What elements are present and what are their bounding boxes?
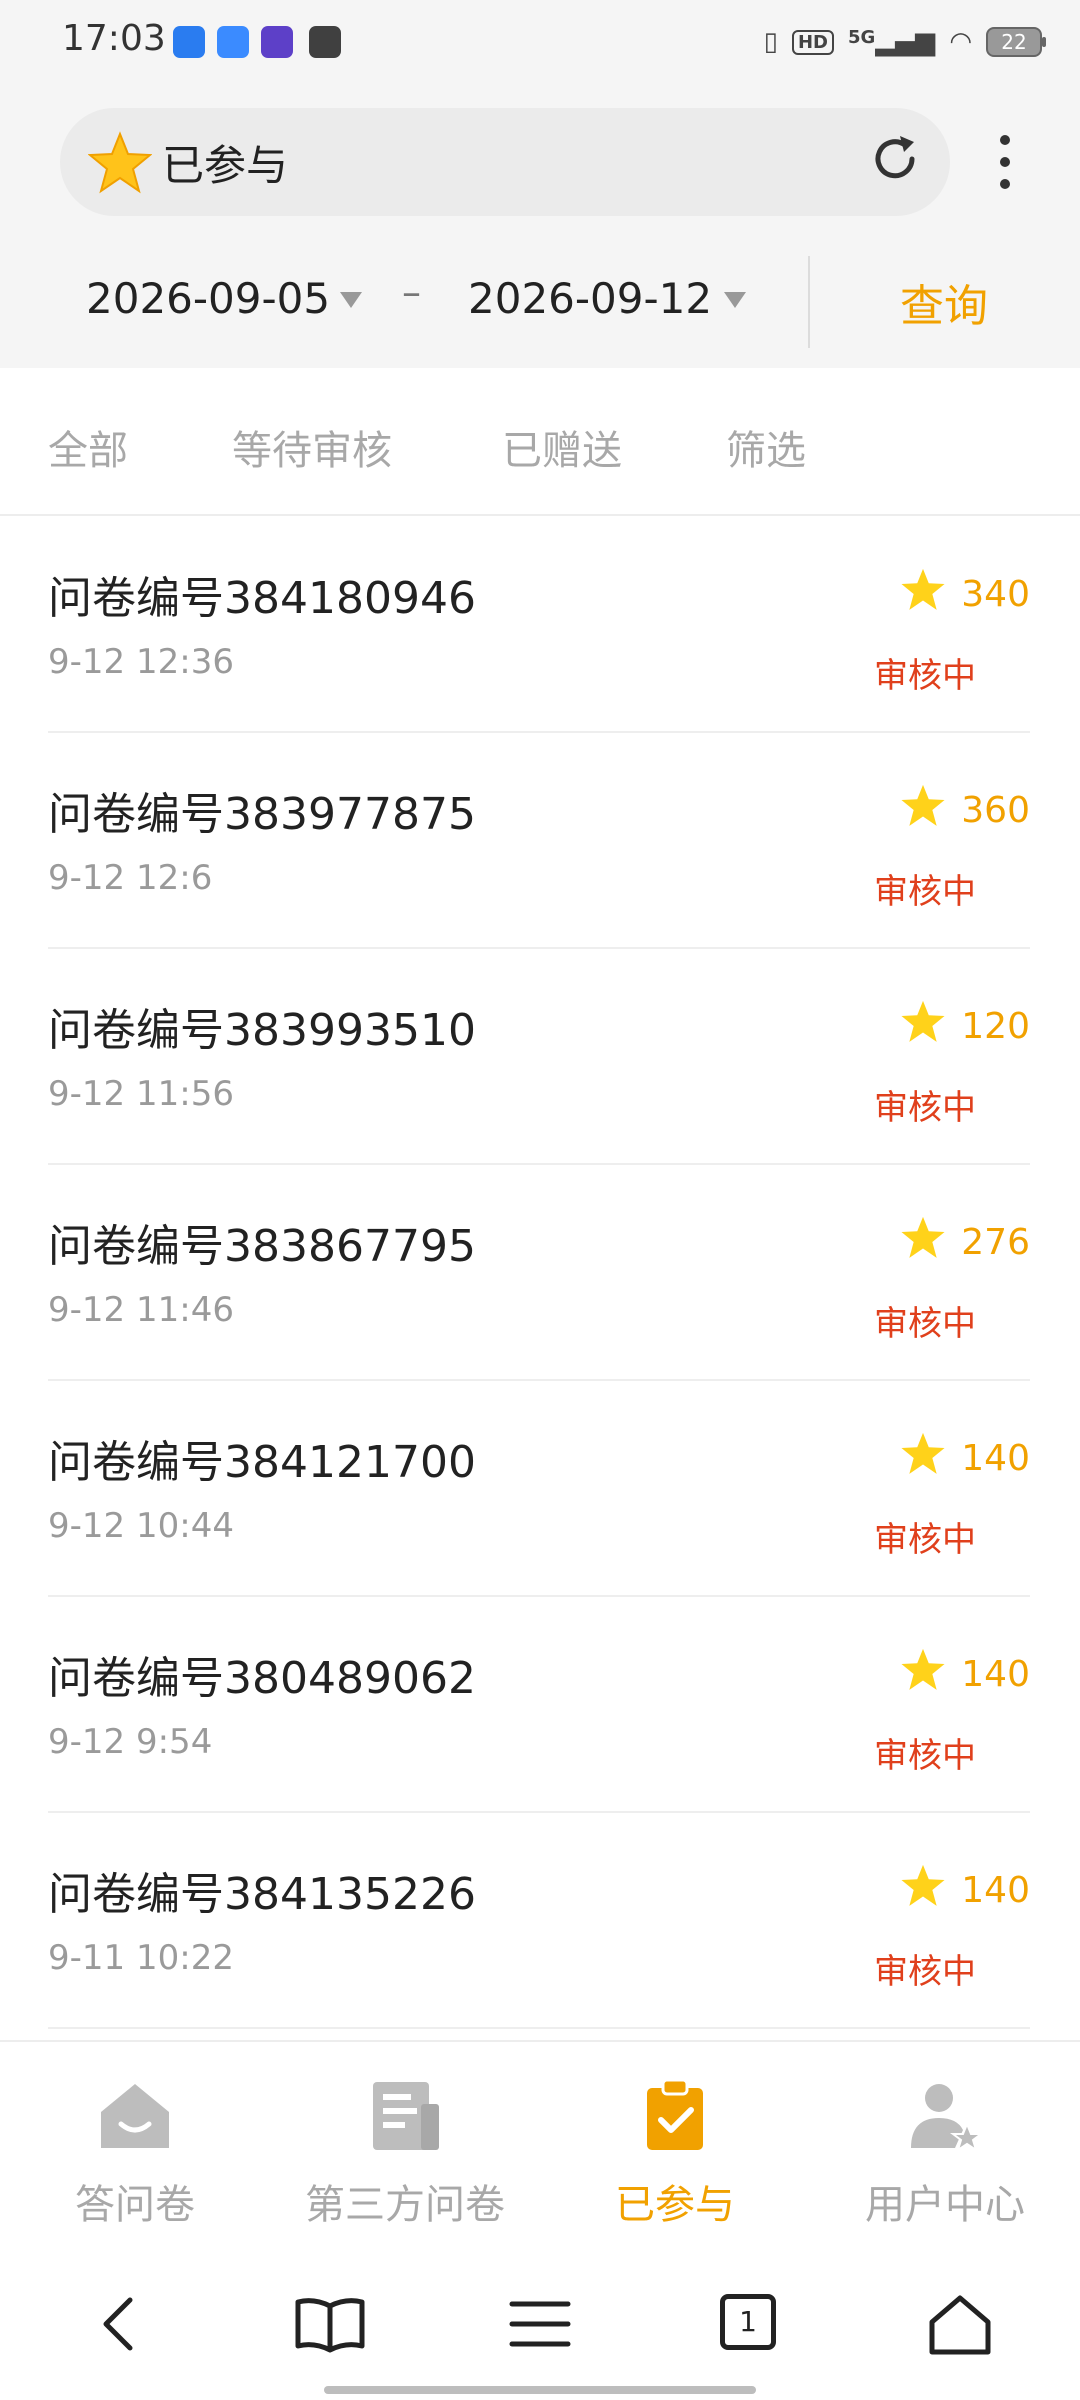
list-item[interactable]: 问卷编号384180946 9-12 12:36 340 审核中 xyxy=(48,516,1030,733)
survey-time: 9-12 12:6 xyxy=(48,858,213,898)
status-badge: 审核中 xyxy=(874,1304,976,1344)
survey-time: 9-12 10:44 xyxy=(48,1506,234,1546)
points-value: 120 xyxy=(961,1006,1030,1047)
home-icon xyxy=(101,2084,169,2148)
survey-time: 9-12 12:36 xyxy=(48,642,234,682)
list-item[interactable]: 问卷编号383977875 9-12 12:6 360 审核中 xyxy=(48,732,1030,949)
tab-all[interactable]: 全部 xyxy=(48,418,128,476)
query-button[interactable]: 查询 xyxy=(900,270,988,334)
browser-toolbar: 1 xyxy=(0,2240,1080,2400)
list-item[interactable]: 问卷编号380489062 9-12 9:54 140 审核中 xyxy=(48,1596,1030,1813)
clipboard-check-icon xyxy=(647,2078,703,2150)
battery-icon: 22 xyxy=(986,27,1046,57)
home-indicator[interactable] xyxy=(324,2386,756,2394)
survey-time: 9-11 10:22 xyxy=(48,1938,234,1978)
end-date-picker[interactable]: 2026-09-12 xyxy=(468,274,712,323)
start-date-picker[interactable]: 2026-09-05 xyxy=(86,274,330,323)
nav-label: 答问卷 xyxy=(75,2182,195,2228)
tabs-count-button[interactable]: 1 xyxy=(720,2294,776,2350)
nav-label: 已参与 xyxy=(615,2182,735,2228)
survey-time: 9-12 9:54 xyxy=(48,1722,213,1762)
list-item[interactable]: 问卷编号384135226 9-11 10:22 140 审核中 xyxy=(48,1812,1030,2029)
list-item[interactable]: 问卷编号383867795 9-12 11:46 276 审核中 xyxy=(48,1164,1030,1381)
more-vertical-icon[interactable] xyxy=(986,126,1024,198)
survey-title: 问卷编号384121700 xyxy=(48,1437,476,1488)
survey-title: 问卷编号383993510 xyxy=(48,1005,476,1056)
chevron-down-icon[interactable] xyxy=(722,290,748,310)
sticker-notification-icon xyxy=(261,26,293,58)
nav-item-answer-survey[interactable]: 答问卷 xyxy=(0,2078,270,2230)
chevron-down-icon[interactable] xyxy=(338,290,364,310)
app-notification-icon xyxy=(217,26,249,58)
star-icon xyxy=(901,1000,945,1042)
star-icon xyxy=(901,1864,945,1906)
star-icon xyxy=(901,1432,945,1474)
nav-item-participated[interactable]: 已参与 xyxy=(540,2078,810,2230)
filter-tabs: 全部 等待审核 已赠送 筛选 xyxy=(0,370,1080,516)
nav-label: 用户中心 xyxy=(865,2182,1025,2228)
nav-label: 第三方问卷 xyxy=(305,2182,505,2228)
tab-gifted[interactable]: 已赠送 xyxy=(502,418,622,476)
home-icon[interactable] xyxy=(928,2294,992,2356)
star-icon xyxy=(901,784,945,826)
survey-time: 9-12 11:46 xyxy=(48,1290,234,1330)
nav-item-third-party-survey[interactable]: 第三方问卷 xyxy=(270,2078,540,2230)
points-value: 340 xyxy=(961,574,1030,615)
points-value: 360 xyxy=(961,790,1030,831)
survey-time: 9-12 11:56 xyxy=(48,1074,234,1114)
survey-title: 问卷编号384135226 xyxy=(48,1869,476,1920)
star-icon xyxy=(901,568,945,610)
message-notification-icon xyxy=(173,26,205,58)
list-item[interactable]: 问卷编号384121700 9-12 10:44 140 审核中 xyxy=(48,1380,1030,1597)
points-value: 140 xyxy=(961,1438,1030,1479)
vibrate-icon: ▯ xyxy=(763,27,778,57)
survey-title: 问卷编号383867795 xyxy=(48,1221,476,1272)
status-badge: 审核中 xyxy=(874,1952,976,1992)
hd-icon: HD xyxy=(791,29,834,55)
status-badge: 审核中 xyxy=(874,1736,976,1776)
points-value: 276 xyxy=(961,1222,1030,1263)
date-separator: – xyxy=(402,270,421,314)
user-star-icon xyxy=(911,2084,984,2153)
signal-icon: 5G▂▄▆ xyxy=(848,27,936,57)
list-item[interactable]: 问卷编号383993510 9-12 11:56 120 审核中 xyxy=(48,948,1030,1165)
page-title: 已参与 xyxy=(162,141,289,190)
tab-filter[interactable]: 筛选 xyxy=(726,418,806,476)
shopping-notification-icon xyxy=(309,26,341,58)
divider xyxy=(808,256,810,348)
nav-item-user-center[interactable]: 用户中心 xyxy=(810,2078,1080,2230)
status-badge: 审核中 xyxy=(874,656,976,696)
survey-title: 问卷编号380489062 xyxy=(48,1653,476,1704)
status-badge: 审核中 xyxy=(874,1520,976,1560)
star-icon xyxy=(901,1648,945,1690)
points-value: 140 xyxy=(961,1870,1030,1911)
star-icon xyxy=(901,1216,945,1258)
status-time: 17:03 xyxy=(62,18,166,59)
wifi-icon: ◠ xyxy=(949,27,972,57)
bookmarks-icon[interactable] xyxy=(292,2294,368,2354)
survey-title: 问卷编号384180946 xyxy=(48,573,476,624)
system-icons: ▯ HD 5G▂▄▆ ◠ 22 xyxy=(763,20,1046,64)
points-value: 140 xyxy=(961,1654,1030,1695)
star-icon xyxy=(88,131,152,194)
back-icon[interactable] xyxy=(94,2294,146,2354)
survey-title: 问卷编号383977875 xyxy=(48,789,476,840)
status-badge: 审核中 xyxy=(874,1088,976,1128)
refresh-icon[interactable] xyxy=(866,130,924,188)
bottom-nav: 答问卷 第三方问卷 已参与 用户中心 xyxy=(0,2040,1080,2242)
document-icon xyxy=(373,2082,439,2150)
menu-icon[interactable] xyxy=(508,2294,572,2354)
tab-pending-review[interactable]: 等待审核 xyxy=(232,418,392,476)
status-badge: 审核中 xyxy=(874,872,976,912)
